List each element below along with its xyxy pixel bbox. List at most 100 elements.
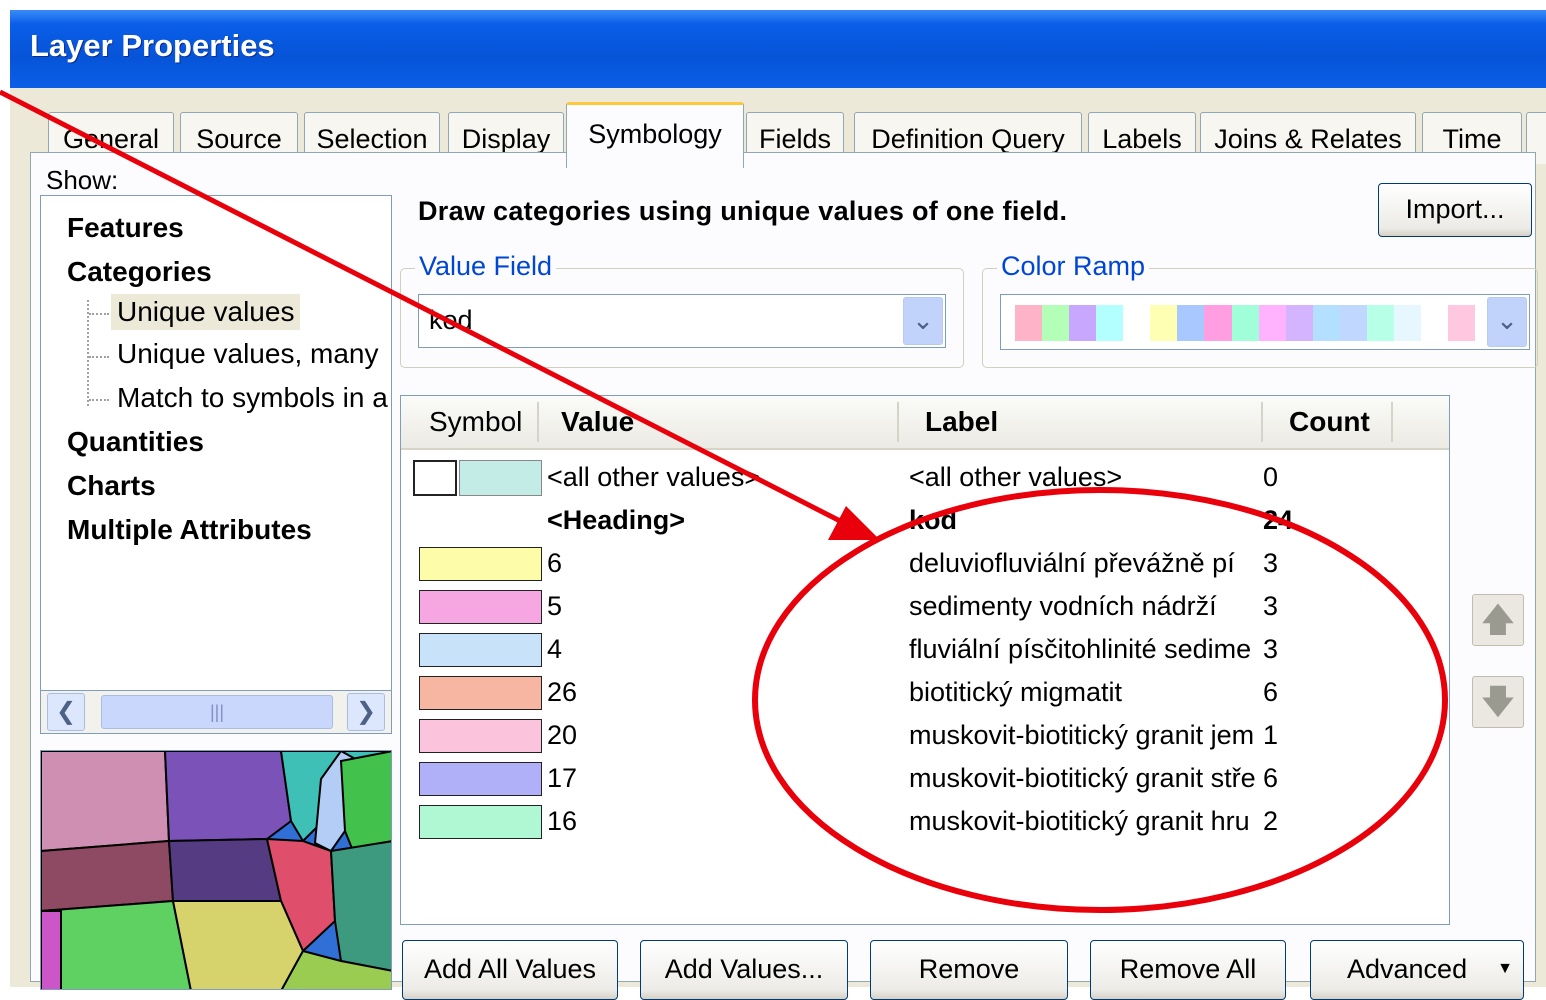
cell-value[interactable]: 20: [547, 714, 892, 756]
cell-count: 6: [1263, 763, 1279, 793]
table-row[interactable]: <all other values> <all other values> 0: [401, 456, 1449, 498]
color-ramp-segment: [1420, 305, 1448, 341]
advanced-dropdown-button[interactable]: Advanced ▼: [1310, 940, 1524, 1000]
color-ramp-segment: [1339, 305, 1367, 341]
table-row[interactable]: 16 muskovit-biotitický granit hru 2: [401, 800, 1449, 842]
symbol-swatch[interactable]: [419, 762, 542, 796]
cell-label[interactable]: deluviofluviální převážně pí: [909, 542, 1273, 584]
tab-symbology[interactable]: Symbology: [566, 102, 744, 168]
cell-label[interactable]: <all other values>: [909, 456, 1273, 498]
column-divider: [897, 402, 899, 442]
color-ramp-segment: [1096, 305, 1124, 341]
tree-unique-values[interactable]: Unique values: [111, 294, 301, 330]
header-label[interactable]: Label: [925, 396, 998, 448]
value-field-value: kod: [429, 305, 473, 335]
color-ramp-segment: [1204, 305, 1232, 341]
tree-charts[interactable]: Charts: [67, 470, 156, 502]
remove-button[interactable]: Remove: [870, 940, 1068, 1000]
color-ramp-segment: [1177, 305, 1205, 341]
cell-count: 1: [1263, 720, 1279, 750]
title-bar[interactable]: Layer Properties: [10, 10, 1546, 88]
heading-row[interactable]: <Heading> kod 24: [401, 499, 1449, 541]
outline-symbol-icon[interactable]: [413, 460, 457, 496]
add-all-values-button[interactable]: Add All Values: [402, 940, 618, 1000]
tree-connector: [89, 399, 109, 401]
cell-value[interactable]: 6: [547, 542, 892, 584]
cell-count: 3: [1263, 634, 1279, 664]
symbol-swatch[interactable]: [419, 590, 542, 624]
show-label: Show:: [46, 165, 119, 195]
table-row[interactable]: 17 muskovit-biotitický granit stře 6: [401, 757, 1449, 799]
header-symbol[interactable]: Symbol: [429, 396, 522, 448]
scroll-thumb[interactable]: |||: [101, 695, 333, 729]
symbol-swatch[interactable]: [419, 676, 542, 710]
cell-count: 3: [1263, 591, 1279, 621]
color-ramp-segment: [1448, 305, 1476, 341]
tree-unique-values-many[interactable]: Unique values, many: [117, 338, 378, 370]
column-divider: [1391, 402, 1393, 442]
color-ramp-segment: [1123, 305, 1151, 341]
tree-match-to-symbols[interactable]: Match to symbols in a: [117, 382, 388, 414]
color-ramp-segment: [1366, 305, 1394, 341]
color-ramp-swatch: [1015, 305, 1476, 341]
cell-value[interactable]: 17: [547, 757, 892, 799]
table-row[interactable]: 5 sedimenty vodních nádrží 3: [401, 585, 1449, 627]
advanced-button-label: Advanced: [1347, 954, 1468, 984]
remove-all-button[interactable]: Remove All: [1090, 940, 1286, 1000]
column-divider: [1261, 402, 1263, 442]
scroll-right-icon[interactable]: ❯: [347, 693, 385, 731]
header-value[interactable]: Value: [561, 396, 634, 448]
tree-multiple-attributes[interactable]: Multiple Attributes: [67, 514, 312, 546]
cell-value[interactable]: <Heading>: [547, 499, 892, 541]
cell-count: 2: [1263, 806, 1279, 836]
renderer-description: Draw categories using unique values of o…: [418, 196, 1068, 226]
cell-value[interactable]: 16: [547, 800, 892, 842]
table-row[interactable]: 6 deluviofluviální převážně pí 3: [401, 542, 1449, 584]
cell-count: 24: [1263, 505, 1294, 535]
color-ramp-segment: [1150, 305, 1178, 341]
color-ramp-dropdown[interactable]: ⌄: [1000, 294, 1530, 350]
tree-quantities[interactable]: Quantities: [67, 426, 204, 458]
cell-label[interactable]: kod: [909, 499, 1273, 541]
cell-value[interactable]: 4: [547, 628, 892, 670]
symbol-swatch[interactable]: [419, 719, 542, 753]
symbol-swatch[interactable]: [419, 805, 542, 839]
cell-value[interactable]: 5: [547, 585, 892, 627]
move-down-icon[interactable]: 🡇: [1472, 676, 1524, 728]
add-values-button[interactable]: Add Values...: [640, 940, 848, 1000]
import-button[interactable]: Import...: [1378, 183, 1532, 237]
color-ramp-segment: [1312, 305, 1340, 341]
move-up-icon[interactable]: 🡅: [1472, 594, 1524, 646]
cell-label[interactable]: sedimenty vodních nádrží: [909, 585, 1273, 627]
cell-count: 6: [1263, 677, 1279, 707]
cell-value[interactable]: 26: [547, 671, 892, 713]
symbol-swatch[interactable]: [419, 633, 542, 667]
cell-label[interactable]: muskovit-biotitický granit jem: [909, 714, 1273, 756]
symbol-swatch[interactable]: [419, 547, 542, 581]
cell-label[interactable]: fluviální písčitohlinité sedime: [909, 628, 1273, 670]
color-ramp-label: Color Ramp: [997, 251, 1150, 282]
scroll-left-icon[interactable]: ❮: [47, 693, 85, 731]
table-header: Symbol Value Label Count: [401, 396, 1449, 450]
tree-features[interactable]: Features: [67, 212, 184, 244]
symbol-swatch[interactable]: [459, 460, 542, 496]
cell-label[interactable]: biotitický migmatit: [909, 671, 1273, 713]
table-row[interactable]: 20 muskovit-biotitický granit jem 1: [401, 714, 1449, 756]
tree-connector: [89, 356, 109, 358]
renderer-tree[interactable]: Features Categories Unique values Unique…: [40, 195, 392, 700]
triangle-down-icon: ▼: [1497, 960, 1513, 977]
values-table[interactable]: Symbol Value Label Count <all other valu…: [400, 395, 1450, 925]
table-row[interactable]: 26 biotitický migmatit 6: [401, 671, 1449, 713]
header-count[interactable]: Count: [1289, 396, 1370, 448]
cell-label[interactable]: muskovit-biotitický granit stře: [909, 757, 1273, 799]
tree-connector: [89, 313, 109, 315]
value-field-dropdown[interactable]: kod ⌄: [418, 294, 946, 348]
cell-value[interactable]: <all other values>: [547, 456, 892, 498]
color-ramp-segment: [1258, 305, 1286, 341]
tree-horizontal-scrollbar[interactable]: ❮ ||| ❯: [40, 690, 392, 734]
tree-categories[interactable]: Categories: [67, 256, 212, 288]
chevron-down-icon[interactable]: ⌄: [1487, 297, 1527, 347]
table-row[interactable]: 4 fluviální písčitohlinité sedime 3: [401, 628, 1449, 670]
chevron-down-icon[interactable]: ⌄: [903, 297, 943, 345]
cell-label[interactable]: muskovit-biotitický granit hru: [909, 800, 1273, 842]
